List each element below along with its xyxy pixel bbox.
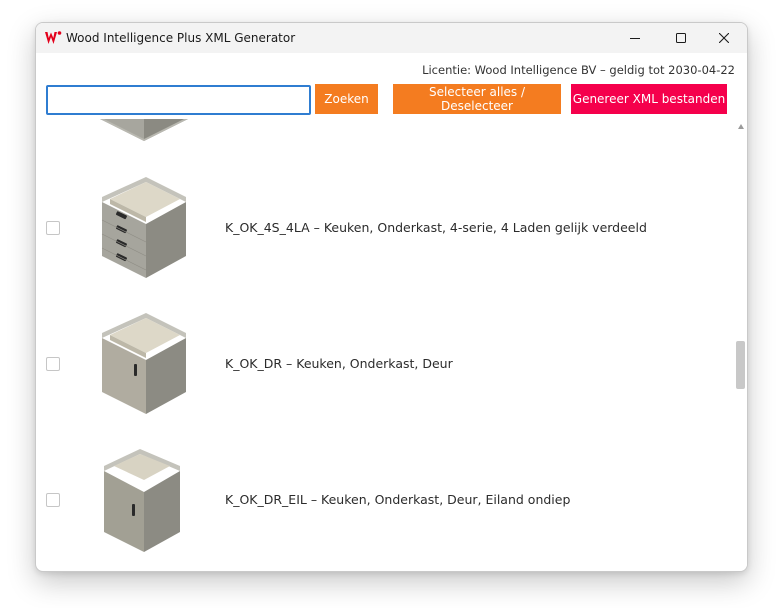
drawer-cabinet-icon [101, 177, 186, 278]
item-label: K_OK_4S_4LA – Keuken, Onderkast, 4-serie… [225, 220, 647, 235]
close-button[interactable] [701, 23, 747, 53]
close-icon [719, 33, 729, 43]
item-checkbox[interactable] [46, 357, 60, 371]
search-button[interactable]: Zoeken [315, 84, 378, 114]
app-logo-icon [45, 31, 62, 44]
select-all-button[interactable]: Selecteer alles / Deselecteer [393, 84, 561, 114]
scrollbar-thumb[interactable] [736, 341, 745, 389]
list-item[interactable]: K_OK_DR – Keuken, Onderkast, Deur [36, 312, 736, 448]
vertical-scrollbar[interactable] [734, 119, 747, 571]
license-text: Licentie: Wood Intelligence BV – geldig … [422, 63, 735, 77]
generate-xml-button[interactable]: Genereer XML bestanden [571, 84, 727, 114]
item-label: K_OK_DR_EIL – Keuken, Onderkast, Deur, E… [225, 492, 571, 507]
maximize-icon [676, 33, 686, 43]
minimize-button[interactable] [612, 23, 658, 53]
door-cabinet-icon [102, 313, 186, 414]
item-label: K_OK_DR – Keuken, Onderkast, Deur [225, 356, 453, 371]
scroll-up-icon[interactable] [738, 124, 744, 129]
minimize-icon [630, 38, 640, 39]
item-checkbox[interactable] [46, 221, 60, 235]
island-cabinet-icon [104, 449, 180, 552]
maximize-button[interactable] [658, 23, 704, 53]
item-list[interactable]: K_OK_4S_4LA – Keuken, Onderkast, 4-serie… [36, 119, 747, 571]
item-checkbox[interactable] [46, 493, 60, 507]
search-input[interactable] [46, 85, 311, 115]
list-item[interactable]: K_OK_4S_4LA – Keuken, Onderkast, 4-serie… [36, 176, 736, 312]
list-item[interactable]: K_OK_DR_EIL – Keuken, Onderkast, Deur, E… [36, 448, 736, 571]
title-bar[interactable]: Wood Intelligence Plus XML Generator [36, 23, 747, 53]
window-title: Wood Intelligence Plus XML Generator [66, 31, 296, 45]
app-window: Wood Intelligence Plus XML Generator Lic… [35, 22, 748, 572]
cabinet-thumbnail-partial [100, 119, 188, 141]
